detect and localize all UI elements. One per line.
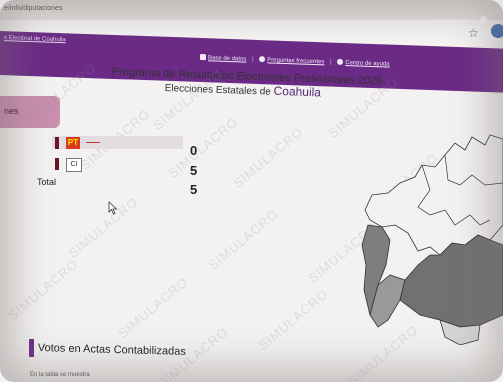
url-text: e/info/diputaciones — [4, 5, 63, 12]
coahuila-map[interactable] — [360, 115, 503, 345]
watermark: SIMULACRO — [205, 206, 282, 273]
state-name: Coahuila — [273, 83, 322, 100]
watermark: SIMULACRO — [65, 194, 142, 261]
nav-separator: | — [330, 59, 332, 66]
total-label: Total — [37, 177, 57, 187]
mouse-cursor-icon — [108, 201, 118, 215]
section-accent-bar — [29, 339, 34, 357]
party-color-swatch — [55, 158, 59, 170]
profile-icon[interactable] — [491, 24, 503, 38]
side-tab-label: nes — [4, 106, 19, 116]
nav-separator: | — [252, 56, 254, 63]
screen: e/info/diputaciones ☆ s Electoral de Coa… — [0, 0, 503, 382]
font-size-label: A — [418, 16, 423, 22]
browser-address-bar[interactable]: e/info/diputaciones — [0, 0, 503, 21]
help-icon — [337, 58, 344, 65]
ci-votes-value: 5 — [190, 163, 198, 178]
watermark: SIMULACRO — [255, 286, 332, 353]
pt-votes-value: 0 — [190, 143, 198, 158]
total-votes-value: 5 — [190, 182, 198, 197]
pt-party-logo: PT — [66, 137, 80, 149]
party-color-swatch — [55, 137, 59, 149]
votes-section-subtitle: En la tabla se muestra — [30, 372, 90, 378]
watermark: SIMULACRO — [230, 124, 307, 191]
votes-section-title: Votos en Actas Contabilizadas — [37, 342, 186, 358]
header-nav: Base de datos | Preguntas frecuentes | C… — [200, 53, 390, 68]
ci-party-logo: CI — [66, 158, 82, 172]
watermark: SIMULACRO — [5, 256, 82, 323]
question-icon — [259, 56, 266, 63]
nav-ayuda-link[interactable]: Centro de ayuda — [345, 60, 389, 68]
database-icon — [200, 53, 206, 61]
bookmark-star-icon[interactable]: ☆ — [468, 26, 479, 40]
institution-link[interactable]: s Electoral de Coahuila — [4, 35, 66, 43]
nav-base-datos-link[interactable]: Base de datos — [208, 55, 246, 62]
watermark: SIMULACRO — [115, 274, 192, 341]
font-size-slider-knob[interactable] — [480, 16, 487, 23]
map-region-south-east[interactable] — [399, 234, 503, 328]
nav-preguntas-link[interactable]: Preguntas frecuentes — [267, 57, 324, 65]
party-dash — [86, 142, 100, 143]
